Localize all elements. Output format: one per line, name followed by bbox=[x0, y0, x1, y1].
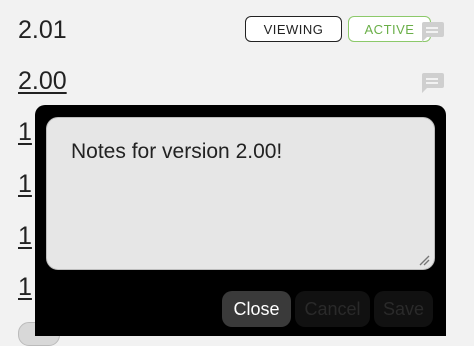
notes-textarea[interactable]: Notes for version 2.00! bbox=[46, 117, 435, 270]
version-label: 2.01 bbox=[18, 16, 67, 44]
save-button[interactable]: Save bbox=[374, 291, 433, 327]
version-link[interactable]: 1 bbox=[18, 273, 32, 302]
cancel-button[interactable]: Cancel bbox=[295, 291, 370, 327]
comment-icon[interactable] bbox=[419, 69, 445, 95]
version-row: 2.01 VIEWING ACTIVE bbox=[18, 14, 458, 54]
version-link[interactable]: 1 bbox=[18, 118, 32, 147]
viewing-badge: VIEWING bbox=[245, 16, 342, 42]
close-button[interactable]: Close bbox=[222, 291, 291, 327]
resize-grip-icon[interactable] bbox=[418, 254, 430, 266]
version-link[interactable]: 1 bbox=[18, 222, 32, 251]
version-link[interactable]: 1 bbox=[18, 170, 32, 199]
notes-dialog: Notes for version 2.00! Close Cancel Sav… bbox=[35, 105, 446, 336]
comment-icon[interactable] bbox=[419, 18, 445, 44]
version-link[interactable]: 2.00 bbox=[18, 67, 67, 96]
